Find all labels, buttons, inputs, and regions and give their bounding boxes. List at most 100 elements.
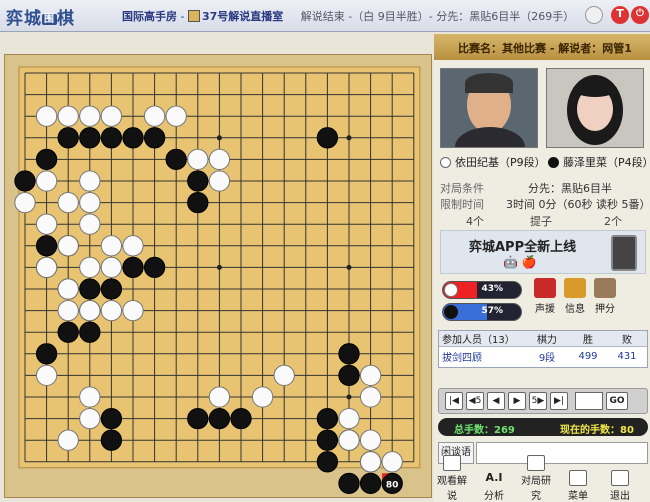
white-stone	[57, 429, 79, 451]
star-point	[216, 264, 222, 270]
cheer-button[interactable]: 声援	[532, 278, 558, 322]
white-stone	[79, 191, 101, 214]
white-stone	[122, 299, 144, 322]
first-move-button[interactable]: |◀	[445, 392, 463, 410]
white-player: 依田纪基（P9段）	[440, 154, 546, 170]
white-stone	[208, 386, 231, 408]
white-player-photo	[440, 68, 538, 148]
star-point	[216, 135, 222, 141]
back5-button[interactable]: ◀5	[466, 392, 484, 410]
board-canvas[interactable]: 80	[5, 55, 433, 499]
white-stone	[100, 299, 123, 322]
star-point	[346, 394, 352, 400]
white-stone	[338, 429, 360, 451]
mascot-icon[interactable]	[585, 6, 603, 24]
black-stone	[14, 170, 36, 192]
move-counter: 总手数：269 现在的手数：80	[438, 418, 648, 436]
go-button[interactable]: GO	[606, 392, 628, 410]
white-stone	[57, 105, 79, 127]
message-button[interactable]: 信息	[562, 278, 588, 322]
captures: 4个 提子 2个	[434, 213, 650, 228]
bet-button[interactable]: 押分	[592, 278, 618, 322]
board-icon	[187, 10, 200, 22]
clipboard-icon	[594, 278, 616, 298]
black-stone	[35, 148, 58, 171]
black-stone-icon	[548, 156, 559, 168]
black-stone	[316, 407, 339, 430]
black-stone	[316, 127, 339, 149]
game-study-button[interactable]: 对局研究	[518, 455, 554, 502]
white-stone	[100, 105, 123, 127]
forward5-button[interactable]: 5▶	[529, 392, 547, 410]
white-stone	[79, 105, 101, 127]
power-icon[interactable]: ⏻	[631, 6, 649, 24]
white-stone	[208, 148, 231, 171]
table-row[interactable]: 拔剑四顾 9段 499 431	[439, 347, 647, 365]
go-board[interactable]: 80	[4, 54, 432, 498]
black-stone	[338, 472, 360, 495]
match-header: 比赛名：其他比赛 - 解说者：网管1	[434, 34, 650, 60]
star-point	[346, 264, 352, 270]
black-stone	[35, 343, 58, 365]
white-stone	[143, 105, 166, 127]
title-bar: 弈城围棋 国际高手房 - 37号解说直播室 解说结束 -（白 9目半胜）- 分先…	[0, 0, 650, 32]
app-logo: 弈城围棋	[6, 9, 75, 29]
black-stone	[79, 278, 101, 300]
black-stone	[208, 407, 231, 430]
white-stone	[79, 299, 101, 322]
black-stone	[338, 364, 360, 387]
white-stone	[35, 256, 58, 279]
phone-icon	[611, 235, 637, 271]
black-stone	[100, 429, 123, 451]
white-stone	[79, 256, 101, 279]
members-list[interactable]: 参加人员（13） 棋力 胜 败 拔剑四顾 9段 499 431	[438, 330, 648, 368]
white-stone	[359, 429, 382, 451]
white-stone	[79, 213, 101, 235]
right-panel: 比赛名：其他比赛 - 解说者：网管1 依田纪基（P9段） 藤泽里菜（P4段） 对…	[434, 34, 650, 502]
white-stone	[79, 407, 101, 430]
heart-icon	[534, 278, 556, 298]
black-stone	[122, 127, 144, 149]
move-navigator: |◀ ◀5 ◀ ▶ 5▶ ▶| GO	[438, 388, 648, 414]
white-stone-icon	[440, 156, 451, 168]
black-stone	[79, 127, 101, 149]
platform-icons: 🤖 🍎	[503, 255, 537, 269]
book-icon	[569, 470, 587, 486]
black-winrate-bar: 57%	[442, 303, 522, 321]
white-stone	[273, 364, 295, 387]
people-icon	[527, 455, 545, 471]
black-player: 藤泽里菜（P4段）	[548, 154, 650, 170]
player-photos	[440, 68, 644, 148]
chat-input[interactable]	[476, 442, 648, 464]
analysis-button[interactable]: A.I 分析	[476, 470, 512, 502]
mail-icon	[564, 278, 586, 298]
black-stone	[230, 407, 252, 430]
black-stone	[100, 278, 123, 300]
white-stone	[35, 105, 58, 127]
black-stone	[165, 148, 187, 171]
text-icon[interactable]: T	[611, 6, 629, 24]
app-banner[interactable]: 弈城APP全新上线 🤖 🍎	[440, 230, 646, 274]
watch-commentary-button[interactable]: 观看解说	[434, 455, 470, 502]
white-stone	[359, 364, 382, 387]
last-move-button[interactable]: ▶|	[550, 392, 568, 410]
menu-button[interactable]: 菜单	[560, 470, 596, 502]
star-point	[346, 135, 352, 141]
black-captures: 2个	[604, 215, 622, 228]
move-number-input[interactable]	[575, 392, 603, 410]
current-move: 现在的手数：80	[560, 425, 634, 436]
last-move-number: 80	[386, 480, 399, 490]
black-stone	[79, 321, 101, 343]
black-stone	[100, 407, 123, 430]
forward-button[interactable]: ▶	[508, 392, 526, 410]
white-stone	[187, 148, 209, 171]
white-stone	[359, 451, 382, 473]
exit-button[interactable]: 退出	[602, 470, 638, 502]
white-stone	[381, 451, 403, 473]
game-condition: 对局条件 分先：黑贴6目半	[440, 182, 612, 195]
window-title: 国际高手房 - 37号解说直播室 解说结束 -（白 9目半胜）- 分先：黑贴6目…	[122, 10, 575, 23]
black-stone	[187, 407, 209, 430]
channel-name: 37号解说直播室	[201, 10, 284, 23]
white-stone	[57, 278, 79, 300]
back-button[interactable]: ◀	[487, 392, 505, 410]
